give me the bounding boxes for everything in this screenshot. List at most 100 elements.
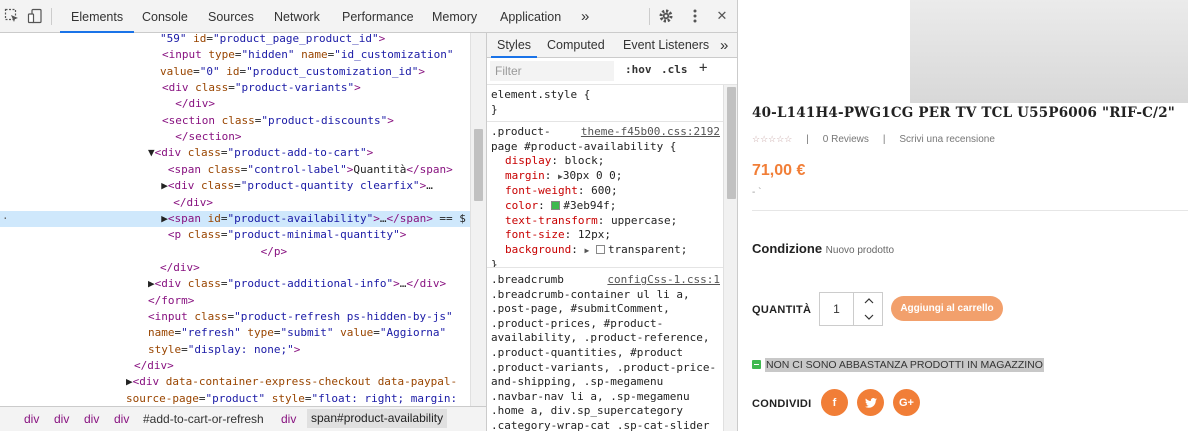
dom-node-line[interactable]: name="refresh" type="submit" value="Aggi… <box>0 325 470 341</box>
selector-line: .post-page, #submitComment, <box>491 302 670 316</box>
condition-label: Condizione <box>752 241 823 256</box>
css-rule-breadcrumb[interactable]: configCss-1.css:1 .breadcrumb .breadcrumb… <box>487 270 723 431</box>
css-rule-product-availability[interactable]: theme-f45b00.css:2192 .product- page #pr… <box>487 122 723 268</box>
dom-node-line[interactable]: ▼<div class="product-add-to-cart"> <box>0 145 470 161</box>
scrollbar-thumb[interactable] <box>474 129 483 201</box>
breadcrumb-item[interactable]: div <box>54 412 69 426</box>
dom-node-line[interactable]: source-page="product" style="float: righ… <box>0 391 470 406</box>
devtools-panel: Elements Console Sources Network Perform… <box>0 0 738 431</box>
dom-node-line[interactable]: ▶<div class="product-quantity clearfix">… <box>0 178 470 194</box>
add-to-cart-button[interactable]: Aggiungi al carrello <box>891 296 1003 321</box>
write-review-link[interactable]: Scrivi una recensione <box>899 134 995 145</box>
dom-node-line[interactable]: </div> <box>0 195 470 211</box>
rule-selector-list: .breadcrumb .breadcrumb-container ul li a… <box>491 273 719 431</box>
breadcrumb-item[interactable]: #add-to-cart-or-refresh <box>143 412 264 426</box>
dom-node-line[interactable]: </p> <box>0 244 470 260</box>
css-property[interactable]: font-size: 12px; <box>505 228 719 243</box>
product-page: 40-L141H4-PWG1CG PER TV TCL U55P6006 "RI… <box>739 0 1188 431</box>
dom-node-line[interactable]: <div class="product-variants"> <box>0 80 470 96</box>
breadcrumb-item-selected[interactable]: span#product-availability <box>307 409 448 428</box>
scrollbar-thumb[interactable] <box>727 87 736 199</box>
tab-memory[interactable]: Memory <box>432 0 477 33</box>
more-panes-icon[interactable]: » <box>720 33 728 58</box>
selector-line: .product-variants, .product-price- <box>491 360 717 374</box>
tab-event-listeners[interactable]: Event Listeners <box>623 33 709 58</box>
more-tabs-icon[interactable]: » <box>581 0 589 33</box>
dom-node-line[interactable]: </section> <box>0 129 470 145</box>
product-image[interactable] <box>910 0 1188 103</box>
rule-source-link[interactable]: configCss-1.css:1 <box>604 273 720 288</box>
tab-computed[interactable]: Computed <box>547 33 605 58</box>
class-toggle[interactable]: .cls <box>661 63 688 76</box>
elements-tree[interactable]: "59" id="product_page_product_id"> <input… <box>0 33 470 406</box>
dom-node-line[interactable]: style="display: none;"> <box>0 342 470 358</box>
css-property[interactable]: background: ▶ transparent; <box>505 243 719 259</box>
tab-sources[interactable]: Sources <box>208 0 254 33</box>
tab-performance[interactable]: Performance <box>342 0 414 33</box>
divider <box>752 210 1188 211</box>
selector-line: .product-prices, #product- <box>491 316 664 330</box>
reviews-count-link[interactable]: 0 Reviews <box>823 134 869 145</box>
breadcrumb-item[interactable]: div <box>281 412 296 426</box>
rule-source-link[interactable]: theme-f45b00.css:2192 <box>577 125 720 140</box>
element-style-rule[interactable]: element.style { } <box>487 85 723 122</box>
google-plus-share-icon[interactable]: G+ <box>893 389 920 416</box>
reviews-row: ☆☆☆☆☆ | 0 Reviews | Scrivi una recension… <box>752 134 995 145</box>
tab-styles[interactable]: Styles <box>491 33 538 58</box>
devtools-toolbar: Elements Console Sources Network Perform… <box>0 0 737 33</box>
availability-text: NON CI SONO ABBASTANZA PRODOTTI IN MAGAZ… <box>765 358 1044 372</box>
css-property[interactable]: display: block; <box>505 154 719 169</box>
settings-gear-icon[interactable] <box>657 7 675 25</box>
dom-node-line[interactable]: <section class="product-discounts"> <box>0 113 470 129</box>
dom-node-line[interactable]: </div> <box>0 358 470 374</box>
product-price: 71,00 € <box>752 162 806 179</box>
styles-scrollbar[interactable] <box>723 85 737 431</box>
element-style-selector: element.style { <box>491 88 591 101</box>
increase-quantity-icon[interactable] <box>855 293 882 309</box>
css-property[interactable]: margin: ▶30px 0 0; <box>505 169 719 185</box>
breadcrumb-item[interactable]: div <box>114 412 129 426</box>
tab-console[interactable]: Console <box>142 0 188 33</box>
dom-node-line[interactable]: <p class="product-minimal-quantity"> <box>0 227 470 243</box>
dom-node-selected[interactable]: ▶<span id="product-availability">…</span… <box>0 210 470 228</box>
dom-node-line[interactable]: </div> <box>0 96 470 112</box>
color-swatch[interactable] <box>551 200 561 210</box>
close-devtools-icon[interactable]: ✕ <box>713 7 731 25</box>
css-property[interactable]: font-weight: 600; <box>505 184 719 199</box>
selector-line: .home a, div.sp_supercategory <box>491 404 684 418</box>
facebook-share-icon[interactable]: f <box>821 389 848 416</box>
add-rule-icon[interactable]: + <box>699 60 707 76</box>
dom-node-line[interactable]: ▶<div data-container-express-checkout da… <box>0 374 470 390</box>
product-title: 40-L141H4-PWG1CG PER TV TCL U55P6006 "RI… <box>752 105 1176 121</box>
css-property[interactable]: text-transform: uppercase; <box>505 214 719 229</box>
selector-line: .category-wrap-cat .sp-cat-slider <box>491 418 710 431</box>
styles-filter-input[interactable] <box>490 61 614 81</box>
hover-state-toggle[interactable]: :hov <box>625 63 652 76</box>
twitter-share-icon[interactable] <box>857 389 884 416</box>
dom-node-line[interactable]: ▶<div class="product-additional-info">…<… <box>0 276 470 292</box>
decrease-quantity-icon[interactable] <box>855 309 882 325</box>
tab-network[interactable]: Network <box>274 0 320 33</box>
kebab-menu-icon[interactable] <box>686 7 704 25</box>
elements-scrollbar[interactable] <box>470 33 486 406</box>
dom-node-line[interactable]: </div> <box>0 260 470 276</box>
quantity-input[interactable] <box>820 293 854 325</box>
device-toolbar-icon[interactable] <box>26 7 44 25</box>
breadcrumb-item[interactable]: div <box>24 412 39 426</box>
dom-node-line[interactable]: "59" id="product_page_product_id"> <box>0 33 470 47</box>
styles-tabs: Styles Computed Event Listeners » <box>487 33 737 58</box>
dom-node-line[interactable]: <input class="product-refresh ps-hidden-… <box>0 309 470 325</box>
tab-elements[interactable]: Elements <box>60 0 135 33</box>
dom-node-line[interactable]: </form> <box>0 293 470 309</box>
expand-triangle-icon[interactable]: ▶ <box>584 246 589 255</box>
separator: | <box>806 134 809 145</box>
separator: | <box>882 134 886 145</box>
breadcrumb-item[interactable]: div <box>84 412 99 426</box>
inspect-element-icon[interactable] <box>3 7 21 25</box>
dom-node-line[interactable]: <span class="control-label">Quantità</sp… <box>0 162 470 178</box>
tab-application[interactable]: Application <box>500 0 561 33</box>
css-property[interactable]: color: #3eb94f; <box>505 199 719 214</box>
dom-node-line[interactable]: <input type="hidden" name="id_customizat… <box>0 47 470 63</box>
dom-node-line[interactable]: value="0" id="product_customization_id"> <box>0 64 470 80</box>
color-swatch[interactable] <box>595 244 605 254</box>
